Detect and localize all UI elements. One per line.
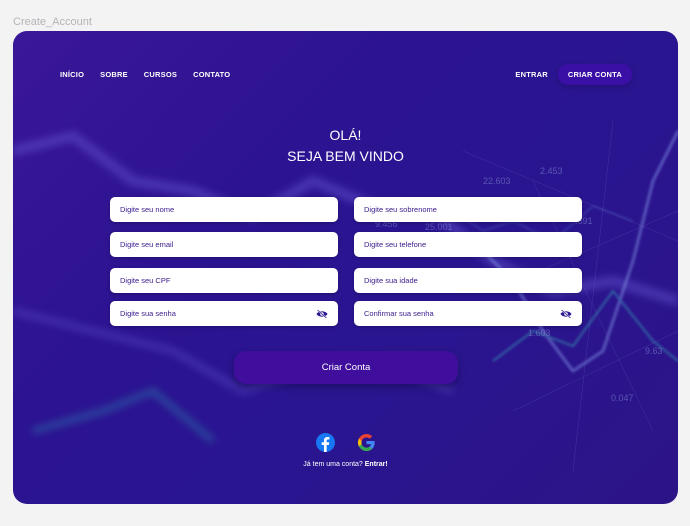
phone-input[interactable] bbox=[364, 240, 572, 249]
svg-text:1.603: 1.603 bbox=[528, 328, 551, 338]
auth-nav: ENTRAR CRIAR CONTA bbox=[515, 64, 632, 85]
login-link[interactable]: ENTRAR bbox=[515, 64, 547, 85]
password-input[interactable] bbox=[120, 309, 316, 318]
eye-off-icon[interactable] bbox=[316, 308, 328, 319]
login-prompt: Já tem uma conta? Entrar! bbox=[13, 461, 678, 468]
age-field[interactable] bbox=[354, 268, 582, 293]
svg-text:9.63: 9.63 bbox=[645, 346, 663, 356]
google-icon[interactable] bbox=[357, 433, 376, 452]
main-nav: INÍCIO SOBRE CURSOS CONTATO bbox=[60, 70, 230, 79]
signup-button[interactable]: CRIAR CONTA bbox=[557, 64, 632, 85]
last-name-field[interactable] bbox=[354, 197, 582, 222]
confirm-password-field[interactable] bbox=[354, 301, 582, 326]
svg-text:22.603: 22.603 bbox=[483, 176, 511, 186]
nav-link-sobre[interactable]: SOBRE bbox=[100, 70, 128, 79]
svg-text:25.001: 25.001 bbox=[425, 222, 453, 232]
greeting-line-1: OLÁ! bbox=[329, 127, 362, 143]
nav-link-inicio[interactable]: INÍCIO bbox=[60, 70, 84, 79]
login-prompt-text: Já tem uma conta? bbox=[303, 461, 363, 468]
age-input[interactable] bbox=[364, 276, 572, 285]
phone-field[interactable] bbox=[354, 232, 582, 257]
create-account-card: 22.603 2.453 25.001 9.456 .691 1.603 9.6… bbox=[13, 31, 678, 504]
login-prompt-link[interactable]: Entrar! bbox=[365, 461, 388, 468]
social-login bbox=[13, 433, 678, 452]
facebook-icon[interactable] bbox=[315, 433, 335, 452]
cpf-input[interactable] bbox=[120, 276, 328, 285]
first-name-input[interactable] bbox=[120, 205, 328, 214]
nav-link-cursos[interactable]: CURSOS bbox=[144, 70, 177, 79]
first-name-field[interactable] bbox=[110, 197, 338, 222]
greeting: OLÁ! SEJA BEM VINDO bbox=[13, 125, 678, 167]
nav-link-contato[interactable]: CONTATO bbox=[193, 70, 230, 79]
last-name-input[interactable] bbox=[364, 205, 572, 214]
email-input[interactable] bbox=[120, 240, 328, 249]
svg-text:0.047: 0.047 bbox=[611, 393, 634, 403]
create-account-button[interactable]: Criar Conta bbox=[234, 351, 458, 384]
cpf-field[interactable] bbox=[110, 268, 338, 293]
frame-label: Create_Account bbox=[13, 16, 92, 28]
email-field[interactable] bbox=[110, 232, 338, 257]
confirm-password-input[interactable] bbox=[364, 309, 560, 318]
eye-off-icon[interactable] bbox=[560, 308, 572, 319]
greeting-line-2: SEJA BEM VINDO bbox=[287, 148, 404, 164]
password-field[interactable] bbox=[110, 301, 338, 326]
svg-text:2.453: 2.453 bbox=[540, 166, 563, 176]
